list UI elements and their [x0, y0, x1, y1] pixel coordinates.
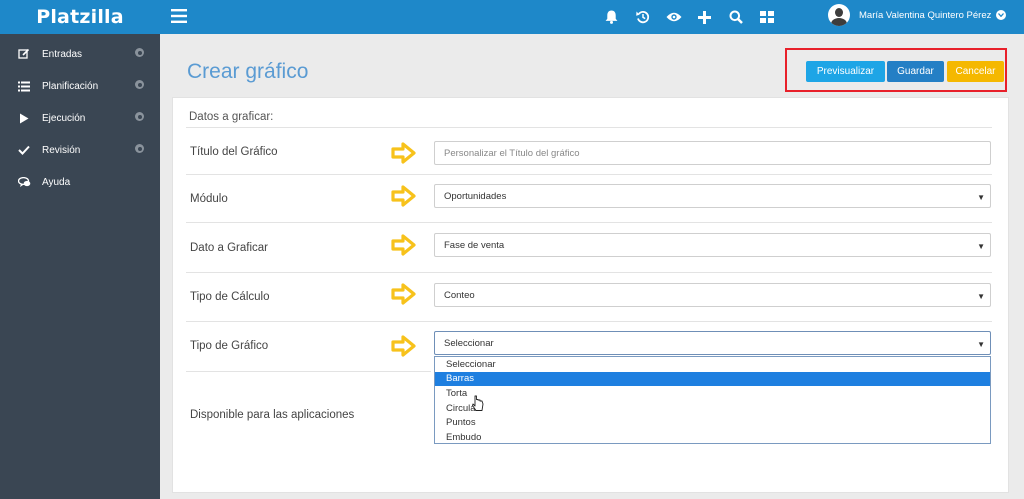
calc-type-label: Tipo de Cálculo — [190, 291, 270, 303]
dropdown-option-highlighted[interactable]: Barras — [435, 371, 990, 387]
top-icons — [596, 8, 782, 26]
edit-icon — [16, 48, 32, 60]
plus-icon[interactable] — [689, 8, 720, 26]
module-select[interactable]: Oportunidades ▼ — [434, 184, 991, 208]
sidebar-item-revision[interactable]: Revisión — [0, 134, 160, 166]
divider — [186, 222, 992, 223]
history-icon[interactable] — [627, 8, 658, 26]
chevron-down-icon — [996, 10, 1007, 20]
gear-icon[interactable] — [135, 48, 144, 57]
sidebar-item-ayuda[interactable]: Ayuda — [0, 166, 160, 198]
check-icon — [16, 145, 32, 155]
user-menu[interactable]: María Valentina Quintero Pérez — [828, 4, 1007, 26]
gear-icon[interactable] — [135, 112, 144, 121]
data-field-select[interactable]: Fase de venta ▼ — [434, 233, 991, 257]
divider — [186, 272, 992, 273]
chart-type-select[interactable]: Seleccionar ▼ — [434, 331, 991, 355]
sidebar-item-label: Ejecución — [42, 112, 86, 124]
sidebar-item-ejecucion[interactable]: Ejecución — [0, 102, 160, 134]
search-icon[interactable] — [720, 8, 751, 26]
eye-icon[interactable] — [658, 8, 689, 26]
cancel-button[interactable]: Cancelar — [947, 61, 1004, 82]
caret-down-icon: ▼ — [977, 340, 985, 349]
dropdown-option[interactable]: Embudo — [435, 430, 990, 445]
gear-icon[interactable] — [135, 144, 144, 153]
caret-down-icon: ▼ — [977, 292, 985, 301]
save-button[interactable]: Guardar — [887, 61, 944, 82]
apps-label: Disponible para las aplicaciones — [190, 409, 355, 421]
divider — [186, 321, 992, 322]
gear-icon[interactable] — [135, 80, 144, 89]
sidebar-item-planificacion[interactable]: Planificación — [0, 70, 160, 102]
annotation-arrow-icon — [391, 335, 416, 357]
sidebar: Platzilla Entradas Planificación Ejecuci… — [0, 0, 160, 499]
brand-logo[interactable]: Platzilla — [0, 0, 160, 34]
divider — [186, 174, 992, 175]
chart-type-select-value: Seleccionar — [444, 337, 494, 349]
dropdown-option[interactable]: Circular — [435, 401, 990, 416]
sidebar-nav: Entradas Planificación Ejecución Revisió… — [0, 34, 160, 198]
calc-type-select-value: Conteo — [444, 289, 475, 301]
dropdown-option[interactable]: Seleccionar — [435, 357, 990, 372]
caret-down-icon: ▼ — [977, 242, 985, 251]
dashboard-icon[interactable] — [751, 8, 782, 26]
annotation-arrow-icon — [391, 185, 416, 207]
sidebar-item-entradas[interactable]: Entradas — [0, 38, 160, 70]
annotation-arrow-icon — [391, 234, 416, 256]
avatar — [828, 4, 850, 26]
sidebar-item-label: Planificación — [42, 80, 99, 92]
mouse-cursor-icon — [472, 395, 484, 411]
bell-icon[interactable] — [596, 8, 627, 26]
divider — [186, 127, 992, 128]
menu-icon[interactable] — [171, 9, 187, 28]
play-icon — [16, 113, 32, 124]
chart-type-label: Tipo de Gráfico — [190, 340, 269, 352]
module-select-value: Oportunidades — [444, 190, 507, 202]
preview-button[interactable]: Previsualizar — [806, 61, 885, 82]
caret-down-icon: ▼ — [977, 193, 985, 202]
chat-icon — [16, 176, 32, 188]
annotation-arrow-icon — [391, 283, 416, 305]
list-icon — [16, 81, 32, 92]
data-field-label: Dato a Graficar — [190, 242, 268, 254]
divider — [186, 371, 431, 372]
page-title: Crear gráfico — [187, 60, 309, 83]
annotation-arrow-icon — [391, 142, 416, 164]
section-title: Datos a graficar: — [189, 111, 274, 123]
chart-title-input[interactable] — [434, 141, 991, 165]
chart-title-label: Título del Gráfico — [190, 146, 278, 158]
sidebar-item-label: Ayuda — [42, 176, 71, 188]
data-field-select-value: Fase de venta — [444, 239, 505, 251]
top-bar: María Valentina Quintero Pérez — [160, 0, 1024, 34]
dropdown-option[interactable]: Puntos — [435, 415, 990, 430]
dropdown-option[interactable]: Torta — [435, 386, 990, 401]
sidebar-item-label: Entradas — [42, 48, 83, 60]
user-name: María Valentina Quintero Pérez — [859, 9, 992, 21]
calc-type-select[interactable]: Conteo ▼ — [434, 283, 991, 307]
chart-type-dropdown: Seleccionar Barras Torta Circular Puntos… — [434, 356, 991, 444]
module-label: Módulo — [190, 193, 228, 205]
sidebar-item-label: Revisión — [42, 144, 81, 156]
